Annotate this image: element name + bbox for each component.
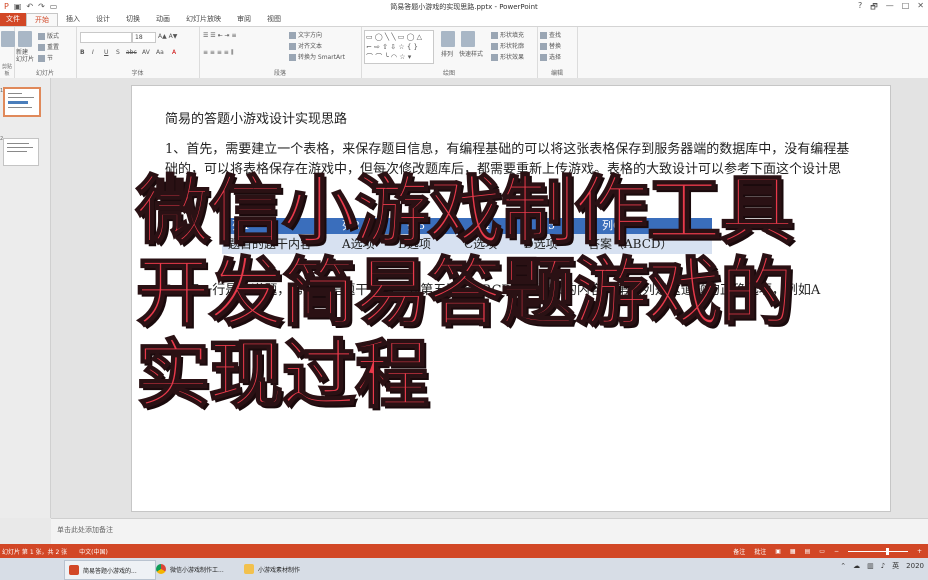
char-spacing-button[interactable]: AV xyxy=(142,49,150,56)
notes-pane[interactable]: 单击此处添加备注 xyxy=(51,518,928,545)
bold-button[interactable]: B xyxy=(80,49,85,56)
zoom-out-icon[interactable]: − xyxy=(834,548,839,555)
volume-icon[interactable]: ♪ xyxy=(881,562,885,570)
align-text-button[interactable]: 对齐文本 xyxy=(289,41,322,50)
slide-thumbnail-2[interactable] xyxy=(3,138,39,166)
smartart-button[interactable]: 转换为 SmartArt xyxy=(289,52,345,61)
font-group: 18 A▲ A▼ B I U S abc AV Aa A 字体 xyxy=(76,27,200,79)
shadow-button[interactable]: S xyxy=(116,49,120,56)
sorter-view-icon[interactable]: ▦ xyxy=(790,548,796,555)
grow-font-icon[interactable]: A▲ A▼ xyxy=(158,33,177,40)
font-size-combo[interactable]: 18 xyxy=(132,32,156,43)
clock[interactable]: 2020 xyxy=(906,562,924,570)
paragraph-label: 段落 xyxy=(273,70,286,77)
arrange-icon[interactable] xyxy=(441,31,457,47)
taskbar-label: 微信小游戏制作工... xyxy=(170,566,224,574)
tab-transitions[interactable]: 切换 xyxy=(118,13,148,26)
tab-slideshow[interactable]: 幻灯片放映 xyxy=(178,13,229,26)
align-icons[interactable]: ≡ ≡ ≡ ≡ ⫼ xyxy=(203,49,234,57)
shape-outline-button[interactable]: 形状轮廓 xyxy=(491,41,524,50)
folder-icon xyxy=(244,564,254,574)
slideshow-view-icon[interactable]: ▭ xyxy=(819,548,825,555)
tab-file[interactable]: 文件 xyxy=(0,13,26,26)
slides-group: 新建 幻灯片 版式 重置 节 幻灯片 xyxy=(14,27,77,79)
bullets-icon[interactable]: ☰ ☰ ⇤ ⇥ ≡ xyxy=(203,32,236,39)
notes-toggle-button[interactable]: 备注 xyxy=(733,547,745,556)
taskbar-item-folder[interactable]: 小游戏素材制作 xyxy=(240,560,328,578)
new-slide-icon[interactable] xyxy=(18,31,34,47)
network-icon[interactable]: ▥ xyxy=(867,562,874,570)
chevron-up-icon[interactable]: ⌃ xyxy=(840,562,846,570)
cloud-icon[interactable]: ☁ xyxy=(853,562,860,570)
powerpoint-icon xyxy=(69,565,79,575)
font-name-combo[interactable] xyxy=(80,32,132,43)
tab-review[interactable]: 审阅 xyxy=(229,13,259,26)
slide-count: 幻灯片 第 1 张，共 2 张 xyxy=(2,549,68,556)
comments-toggle-button[interactable]: 批注 xyxy=(754,547,766,556)
slide-thumbnail-pane: 1 2 xyxy=(0,78,51,518)
tab-home[interactable]: 开始 xyxy=(26,13,58,26)
replace-button[interactable]: 替换 xyxy=(540,41,561,50)
find-button[interactable]: 查找 xyxy=(540,30,561,39)
text-direction-button[interactable]: 文字方向 xyxy=(289,30,322,39)
zoom-slider[interactable] xyxy=(847,548,908,555)
tab-insert[interactable]: 插入 xyxy=(58,13,88,26)
slide-thumbnail-1[interactable] xyxy=(3,87,41,117)
title-bar: P ▣ ↶ ↷ ▭ 简易答题小游戏的实现思路.pptx - PowerPoint… xyxy=(0,0,928,13)
reset-button[interactable]: 重置 xyxy=(38,42,59,51)
ime-icon[interactable]: 英 xyxy=(892,561,899,571)
taskbar-label: 小游戏素材制作 xyxy=(258,566,301,574)
italic-button[interactable]: I xyxy=(92,49,94,56)
shapes-gallery[interactable]: ▭ ◯ ╲ ╲ ▭ ◯ △ ⌐ ⇨ ⇧ ⇩ ☆ { } ⌒ ⌒ ╰ ◠ ☆ ▾ xyxy=(364,30,434,64)
arrange-button[interactable]: 排列 xyxy=(441,49,453,58)
overlay-line-2: 开发简易答题游戏的 xyxy=(135,250,795,336)
change-case-button[interactable]: Aa xyxy=(156,49,164,56)
reading-view-icon[interactable]: ▤ xyxy=(805,548,811,555)
overlay-line-1: 微信小游戏制作工具 xyxy=(135,168,795,254)
editing-label: 编辑 xyxy=(550,70,563,77)
normal-view-icon[interactable]: ▣ xyxy=(775,548,781,555)
quick-styles-button[interactable]: 快速样式 xyxy=(459,49,483,58)
tab-view[interactable]: 视图 xyxy=(259,13,289,26)
ribbon: 剪贴板 新建 幻灯片 版式 重置 节 幻灯片 18 A▲ A▼ B I U S … xyxy=(0,26,928,80)
drawing-group: ▭ ◯ ╲ ╲ ▭ ◯ △ ⌐ ⇨ ⇧ ⇩ ☆ { } ⌒ ⌒ ╰ ◠ ☆ ▾ 排列… xyxy=(361,27,538,79)
taskbar-item-chrome[interactable]: 微信小游戏制作工... xyxy=(152,560,242,578)
document-title: 简易答题小游戏的实现思路.pptx - PowerPoint xyxy=(390,3,538,11)
shape-fill-button[interactable]: 形状填充 xyxy=(491,30,524,39)
tab-design[interactable]: 设计 xyxy=(88,13,118,26)
quick-styles-icon[interactable] xyxy=(461,31,477,47)
status-bar: 幻灯片 第 1 张，共 2 张 中文(中国) 备注 批注 ▣ ▦ ▤ ▭ − + xyxy=(0,544,928,558)
clipboard-group: 剪贴板 xyxy=(0,27,15,79)
system-tray: ⌃ ☁ ▥ ♪ 英 2020 xyxy=(840,561,924,571)
language-indicator[interactable]: 中文(中国) xyxy=(79,547,108,556)
video-title-overlay: 微信小游戏制作工具 开发简易答题游戏的 实现过程 xyxy=(135,168,836,418)
chrome-icon xyxy=(156,564,166,574)
overlay-line-3: 实现过程 xyxy=(135,332,430,418)
font-color-icon[interactable]: A xyxy=(172,49,176,56)
taskbar: 简易答题小游戏的... 微信小游戏制作工... 小游戏素材制作 ⌃ ☁ ▥ ♪ … xyxy=(0,558,928,580)
zoom-in-icon[interactable]: + xyxy=(917,548,922,555)
slides-label: 幻灯片 xyxy=(35,70,54,77)
shape-effects-button[interactable]: 形状效果 xyxy=(491,52,524,61)
editing-group: 查找 替换 选择 编辑 xyxy=(537,27,578,79)
paragraph-group: ☰ ☰ ⇤ ⇥ ≡ ≡ ≡ ≡ ≡ ⫼ 文字方向 对齐文本 转换为 SmartA… xyxy=(199,27,362,79)
slide-title[interactable]: 简易的答题小游戏设计实现思路 xyxy=(165,108,347,127)
drawing-label: 绘图 xyxy=(442,70,455,77)
section-button[interactable]: 节 xyxy=(38,53,53,62)
font-label: 字体 xyxy=(131,70,144,77)
new-slide-button[interactable]: 新建 幻灯片 xyxy=(16,49,34,63)
taskbar-item-powerpoint[interactable]: 简易答题小游戏的... xyxy=(64,560,156,580)
notes-placeholder[interactable]: 单击此处添加备注 xyxy=(57,525,113,535)
ribbon-tabs: 文件 开始 插入 设计 切换 动画 幻灯片放映 审阅 视图 xyxy=(0,13,928,26)
layout-button[interactable]: 版式 xyxy=(38,31,59,40)
tab-animations[interactable]: 动画 xyxy=(148,13,178,26)
taskbar-label: 简易答题小游戏的... xyxy=(83,567,137,575)
select-button[interactable]: 选择 xyxy=(540,52,561,61)
underline-button[interactable]: U xyxy=(104,49,108,56)
clipboard-label: 剪贴板 xyxy=(1,64,12,77)
strikethrough-button[interactable]: abc xyxy=(126,49,137,56)
